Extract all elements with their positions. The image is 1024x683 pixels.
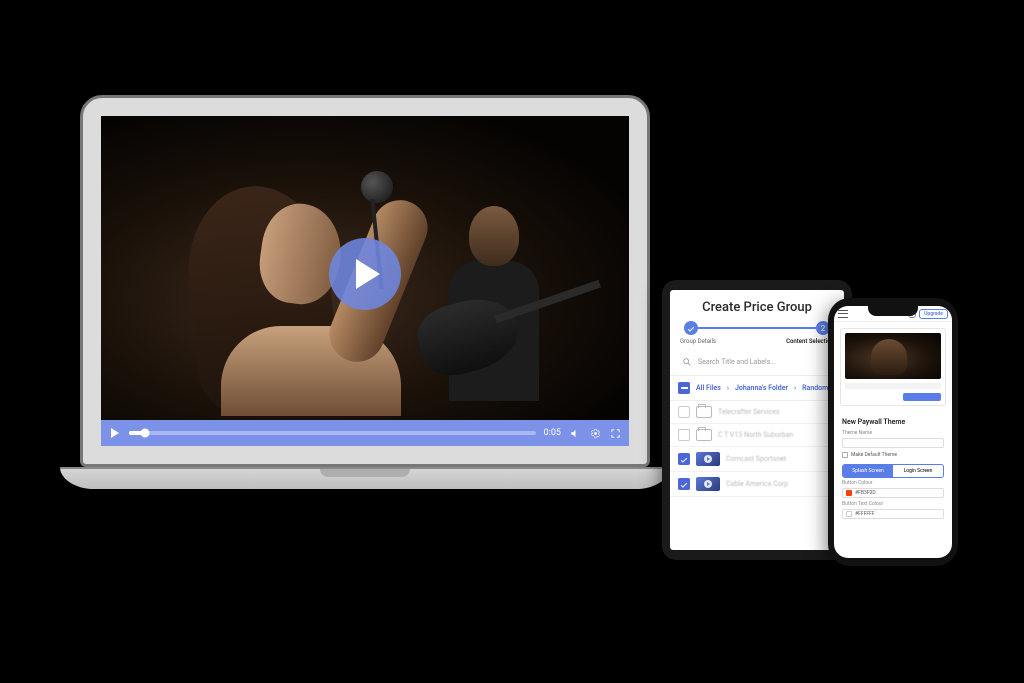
settings-button[interactable] xyxy=(589,427,601,439)
progress-thumb[interactable] xyxy=(141,429,150,438)
folder-icon xyxy=(696,406,712,418)
breadcrumb-root[interactable]: All Files xyxy=(696,384,721,392)
video-thumbnail xyxy=(696,477,720,491)
guitarist-figure xyxy=(429,206,559,406)
button-text-colour-label: Button Text Colour xyxy=(834,499,952,508)
theme-preview-card xyxy=(840,328,946,406)
step-1-dot[interactable] xyxy=(684,321,698,335)
button-colour-value: #FB3F0D xyxy=(855,490,876,496)
colour-swatch-icon xyxy=(846,511,852,517)
row-label: Comcast Sportsnet xyxy=(726,455,786,463)
theme-name-label: Theme Name xyxy=(834,428,952,437)
page-title: Create Price Group xyxy=(670,290,844,321)
phone-device: Upgrade New Paywall Theme Theme Name Mak… xyxy=(828,298,958,566)
video-thumbnail xyxy=(696,452,720,466)
laptop-base xyxy=(60,467,670,489)
fullscreen-button[interactable] xyxy=(609,427,621,439)
button-colour-label: Button Colour xyxy=(834,478,952,487)
tab-login[interactable]: Login Screen xyxy=(893,465,943,477)
list-item[interactable]: Comcast Sportsnet xyxy=(670,447,844,472)
microphone-icon xyxy=(361,171,393,203)
row-checkbox[interactable] xyxy=(678,406,690,418)
list-item[interactable]: Telecrafter Services xyxy=(670,401,844,424)
breadcrumb: All Files › Johanna's Folder › Random xyxy=(670,375,844,401)
row-checkbox[interactable] xyxy=(678,429,690,441)
play-pause-button[interactable] xyxy=(109,427,121,439)
row-checkbox[interactable] xyxy=(678,478,690,490)
colour-swatch-icon xyxy=(846,490,852,496)
step-1-label: Group Details xyxy=(680,338,716,345)
preview-action-button[interactable] xyxy=(903,393,941,401)
row-checkbox[interactable] xyxy=(678,453,690,465)
button-text-colour-value: #FFFFFF xyxy=(855,511,875,517)
menu-icon[interactable] xyxy=(838,310,848,318)
search-icon xyxy=(682,357,692,367)
video-controls-bar: 0:05 xyxy=(101,420,629,446)
row-label: C T V13 North Suburban xyxy=(718,431,793,439)
section-title: New Paywall Theme xyxy=(834,412,952,428)
screen-tabs: Splash Screen Login Screen xyxy=(842,464,944,478)
stepper: 2 xyxy=(670,321,844,335)
phone-notch xyxy=(868,306,918,316)
play-button[interactable] xyxy=(329,238,401,310)
button-text-colour-input[interactable]: #FFFFFF xyxy=(842,509,944,519)
progress-bar[interactable] xyxy=(129,431,536,435)
theme-name-input[interactable] xyxy=(842,438,944,448)
search-input[interactable]: Search Title and Labels... xyxy=(670,353,844,375)
timestamp-label: 0:05 xyxy=(544,428,561,438)
folder-icon xyxy=(696,429,712,441)
make-default-row[interactable]: Make Default Theme xyxy=(834,449,952,461)
laptop-bezel: 0:05 xyxy=(80,95,650,467)
breadcrumb-current[interactable]: Random xyxy=(802,384,828,392)
preview-thumbnail xyxy=(845,333,941,379)
button-colour-input[interactable]: #FB3F0D xyxy=(842,488,944,498)
make-default-label: Make Default Theme xyxy=(851,452,897,458)
list-item[interactable]: Cable America Corp xyxy=(670,472,844,497)
tab-splash[interactable]: Splash Screen xyxy=(843,465,893,477)
video-player: 0:05 xyxy=(101,116,629,446)
volume-button[interactable] xyxy=(569,427,581,439)
upgrade-button[interactable]: Upgrade xyxy=(919,309,948,319)
step-2-label: Content Selection xyxy=(786,338,834,345)
play-icon xyxy=(356,259,380,289)
row-label: Telecrafter Services xyxy=(718,408,780,416)
select-all-checkbox[interactable] xyxy=(678,382,690,394)
laptop-device: 0:05 xyxy=(80,95,650,489)
preview-field xyxy=(845,383,941,389)
breadcrumb-folder[interactable]: Johanna's Folder xyxy=(735,384,788,392)
make-default-checkbox[interactable] xyxy=(842,452,848,458)
price-group-screen: Create Price Group 2 Group Details Conte… xyxy=(670,290,844,550)
row-label: Cable America Corp xyxy=(726,480,788,488)
search-placeholder: Search Title and Labels... xyxy=(698,358,776,366)
tablet-device: Create Price Group 2 Group Details Conte… xyxy=(662,280,852,560)
list-item[interactable]: C T V13 North Suburban xyxy=(670,424,844,447)
paywall-theme-screen: Upgrade New Paywall Theme Theme Name Mak… xyxy=(834,306,952,558)
